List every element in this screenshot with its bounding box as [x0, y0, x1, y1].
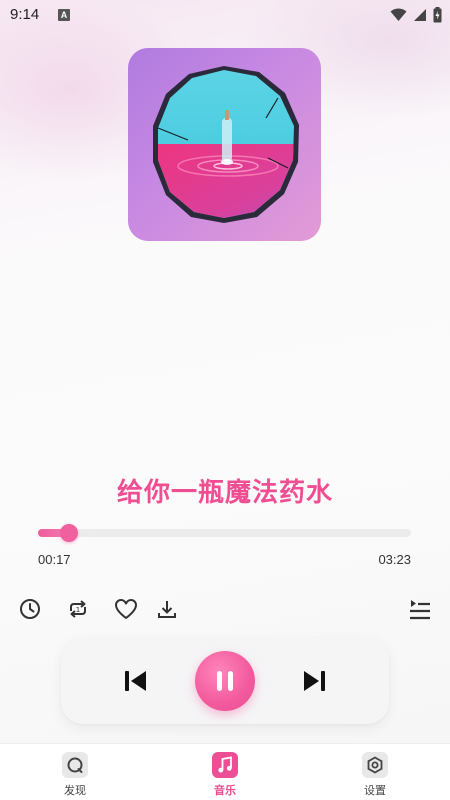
- signal-icon: [414, 9, 426, 21]
- total-time: 03:23: [378, 552, 411, 567]
- status-icons: [390, 7, 442, 23]
- nav-item-settings[interactable]: 设置: [345, 752, 405, 798]
- pause-icon: [217, 671, 233, 691]
- progress-bar[interactable]: [38, 524, 411, 542]
- nav-label-discover: 发现: [64, 784, 86, 797]
- elapsed-time: 00:17: [38, 552, 71, 567]
- status-bar: 9:14 A: [0, 0, 450, 30]
- pause-button[interactable]: [195, 651, 255, 711]
- playlist-button[interactable]: [407, 597, 433, 623]
- svg-text:1: 1: [76, 606, 80, 614]
- nav-item-discover[interactable]: 发现: [45, 752, 105, 798]
- previous-button[interactable]: [120, 666, 150, 696]
- status-indicator: A: [58, 9, 70, 21]
- next-icon: [304, 671, 325, 691]
- nav-label-settings: 设置: [364, 784, 386, 797]
- previous-icon: [125, 671, 146, 691]
- bottom-nav: 发现 音乐 设置: [0, 743, 450, 800]
- timer-button[interactable]: [18, 597, 42, 621]
- repeat-icon: 1: [70, 600, 86, 618]
- status-time: 9:14: [10, 6, 40, 23]
- nav-item-music[interactable]: 音乐: [195, 752, 255, 798]
- album-artwork-image: [153, 66, 299, 223]
- timer-icon: [20, 599, 40, 619]
- download-icon: [158, 601, 176, 618]
- music-note-icon: [212, 752, 238, 778]
- album-art: [128, 48, 321, 241]
- playlist-icon: [410, 600, 430, 620]
- battery-charging-icon: [433, 7, 442, 23]
- discover-icon: [62, 752, 88, 778]
- repeat-button[interactable]: 1: [65, 597, 91, 621]
- progress-thumb[interactable]: [60, 524, 79, 542]
- next-button[interactable]: [300, 666, 330, 696]
- song-title: 给你一瓶魔法药水: [116, 478, 333, 508]
- download-button[interactable]: [156, 597, 178, 621]
- settings-icon: [362, 752, 388, 778]
- nav-label-music: 音乐: [214, 784, 236, 797]
- favorite-button[interactable]: [113, 597, 139, 621]
- wifi-icon: [390, 8, 407, 21]
- heart-icon: [115, 599, 137, 619]
